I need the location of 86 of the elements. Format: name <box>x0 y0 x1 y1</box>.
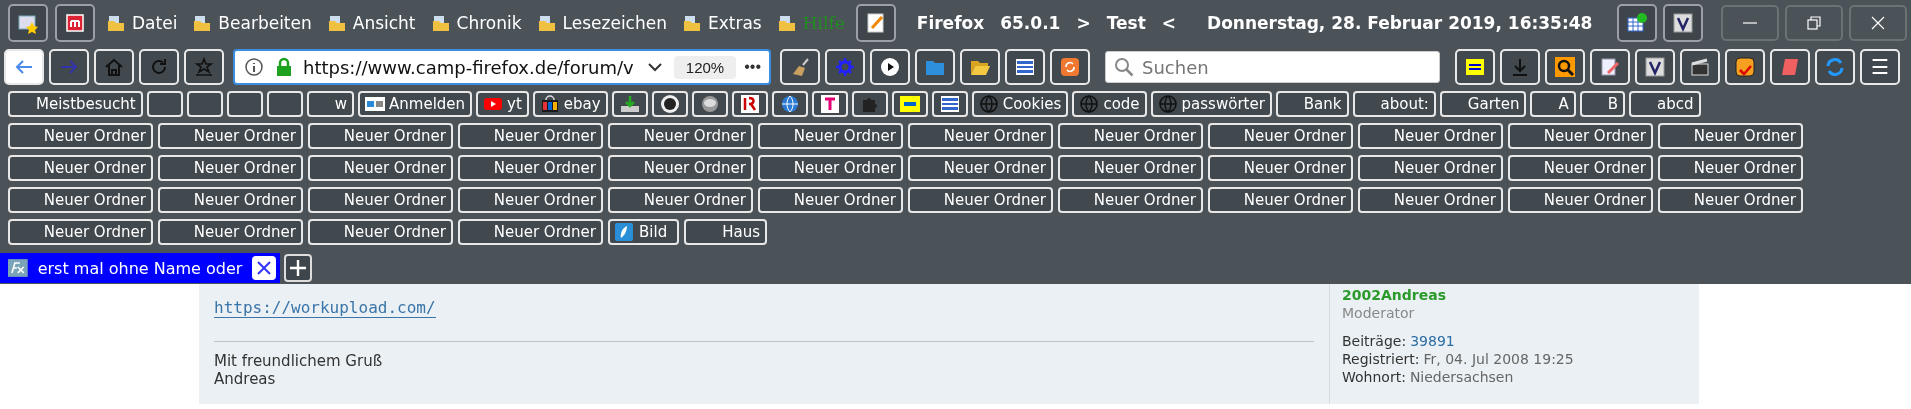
bookmark-folder[interactable]: Neuer Ordner <box>758 155 903 181</box>
bookmark-folder[interactable]: Neuer Ordner <box>1358 155 1503 181</box>
url-text: https://www.camp-firefox.de/forum/v <box>303 56 635 78</box>
app-version: 65.0.1 <box>1000 13 1061 33</box>
bookmark-folder[interactable]: Neuer Ordner <box>308 123 453 149</box>
menu-item[interactable]: Ansicht <box>322 13 420 33</box>
bookmark-item[interactable]: Anmelden <box>358 91 473 117</box>
bookmark-folder[interactable]: Neuer Ordner <box>308 155 453 181</box>
bookmark-folder[interactable]: Neuer Ordner <box>1508 123 1653 149</box>
bookmark-folder[interactable]: Neuer Ordner <box>158 219 303 245</box>
post-link[interactable]: https://workupload.com/ <box>214 298 436 318</box>
field-label: Beiträge: <box>1342 332 1407 350</box>
browser-tab[interactable]: erst mal ohne Name oder <box>0 253 280 283</box>
bookmark-folder[interactable]: Neuer Ordner <box>908 187 1053 213</box>
menu-item[interactable]: Datei <box>102 13 182 33</box>
bookmark-folder[interactable]: Neuer Ordner <box>458 219 603 245</box>
bookmark-folder[interactable]: Neuer Ordner <box>1208 187 1353 213</box>
bookmark-folder[interactable]: Neuer Ordner <box>758 123 903 149</box>
bookmark-folder[interactable]: Neuer Ordner <box>1058 155 1203 181</box>
bookmark-item[interactable]: yt <box>476 91 529 117</box>
bookmark-folder[interactable]: Neuer Ordner <box>1658 155 1803 181</box>
bookmark-folder[interactable]: Neuer Ordner <box>8 123 153 149</box>
bookmark-folder[interactable]: Neuer Ordner <box>158 123 303 149</box>
bookmark-folder[interactable]: Haus <box>684 219 767 245</box>
menu-button[interactable]: ☰ <box>1860 49 1900 85</box>
title-mark: > <box>1076 13 1091 33</box>
field-value: Fr, 04. Jul 2008 19:25 <box>1423 350 1574 368</box>
bookmark-item[interactable]: Cookies <box>971 91 1069 117</box>
bookmark-folder[interactable]: Neuer Ordner <box>908 123 1053 149</box>
bookmark-folder[interactable]: Neuer Ordner <box>8 187 153 213</box>
bookmark-item[interactable]: passwörter <box>1150 91 1272 117</box>
bookmark-folder[interactable]: w <box>306 91 355 117</box>
bookmark-folder[interactable]: Neuer Ordner <box>1358 187 1503 213</box>
address-bar[interactable]: https://www.camp-firefox.de/forum/v 120% ••• <box>233 49 771 85</box>
field-label: Registriert: <box>1342 350 1420 368</box>
bookmark-folder[interactable]: Neuer Ordner <box>1208 155 1353 181</box>
menu-item[interactable]: Chronik <box>426 13 526 33</box>
bookmark-folder[interactable]: abcd <box>1629 91 1701 117</box>
bookmark-folder[interactable]: Neuer Ordner <box>1358 123 1503 149</box>
bookmark-folder[interactable]: Neuer Ordner <box>758 187 903 213</box>
profile-name: Test <box>1106 13 1146 33</box>
menu-item[interactable]: Bearbeiten <box>188 13 316 33</box>
bookmark-folder[interactable]: Meistbesucht <box>8 91 143 117</box>
bookmark-folder[interactable]: about: <box>1352 91 1436 117</box>
bookmark-folder[interactable]: Garten <box>1439 91 1527 117</box>
search-field[interactable]: Suchen <box>1105 51 1440 83</box>
bookmark-folder[interactable]: Neuer Ordner <box>1508 187 1653 213</box>
bookmark-folder[interactable]: Neuer Ordner <box>308 187 453 213</box>
menu-item[interactable]: Lesezeichen <box>532 13 671 33</box>
bookmark-item[interactable]: Bild <box>608 219 680 245</box>
zoom-button[interactable]: 120% <box>673 55 737 79</box>
bookmark-folder[interactable]: Neuer Ordner <box>1508 155 1653 181</box>
bookmark-folder[interactable]: Neuer Ordner <box>1058 187 1203 213</box>
bookmark-folder[interactable]: Neuer Ordner <box>608 155 753 181</box>
signature-text: Andreas <box>214 370 277 388</box>
bookmark-folder[interactable]: Neuer Ordner <box>458 187 603 213</box>
greeting-text: Mit freundlichem Gruß <box>214 352 384 370</box>
bookmark-folder[interactable]: Neuer Ordner <box>908 155 1053 181</box>
tab-title: erst mal ohne Name oder <box>37 258 243 278</box>
bookmark-folder[interactable]: Neuer Ordner <box>1658 187 1803 213</box>
bookmark-folder[interactable]: Neuer Ordner <box>8 155 153 181</box>
bookmark-folder[interactable]: Neuer Ordner <box>1058 123 1203 149</box>
app-name: Firefox <box>916 13 985 33</box>
bookmark-folder[interactable]: Neuer Ordner <box>608 123 753 149</box>
bookmark-folder[interactable]: Neuer Ordner <box>158 187 303 213</box>
field-label: Wohnort: <box>1342 368 1406 386</box>
bookmark-folder[interactable]: A <box>1530 91 1576 117</box>
bookmark-folder[interactable]: Neuer Ordner <box>8 219 153 245</box>
menu-item[interactable]: Extras <box>678 13 766 33</box>
bookmark-folder[interactable]: Neuer Ordner <box>1658 123 1803 149</box>
field-value[interactable]: 39891 <box>1410 332 1455 350</box>
bookmark-folder[interactable]: Neuer Ordner <box>458 123 603 149</box>
bookmark-item[interactable]: code <box>1072 91 1147 117</box>
page-actions-button[interactable]: ••• <box>744 58 761 76</box>
author-rank: Moderator <box>1342 304 1416 322</box>
date-time: Donnerstag, 28. Februar 2019, 16:35:48 <box>1207 13 1593 33</box>
bookmark-folder[interactable]: B <box>1579 91 1626 117</box>
field-value: Niedersachsen <box>1409 368 1514 386</box>
bookmark-folder[interactable]: Neuer Ordner <box>458 155 603 181</box>
bookmark-folder[interactable]: Neuer Ordner <box>1208 123 1353 149</box>
bookmark-folder[interactable]: Neuer Ordner <box>308 219 453 245</box>
bookmark-folder[interactable]: Neuer Ordner <box>608 187 753 213</box>
title-mark: < <box>1161 13 1177 33</box>
bookmark-folder[interactable]: Bank <box>1275 91 1349 117</box>
bookmark-folder[interactable]: Neuer Ordner <box>158 155 303 181</box>
bookmark-item[interactable]: ebay <box>532 91 608 117</box>
